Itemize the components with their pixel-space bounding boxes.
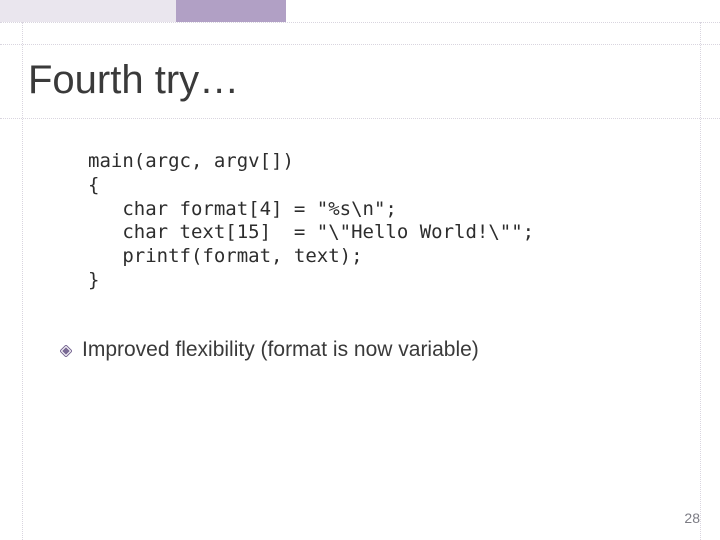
slide-top-decoration — [0, 0, 720, 22]
bullet-item: Improved flexibility (format is now vari… — [60, 338, 479, 362]
slide-title: Fourth try… — [28, 58, 239, 103]
diamond-bullet-icon — [60, 344, 72, 356]
page-number: 28 — [684, 510, 700, 526]
bullet-text: Improved flexibility (format is now vari… — [82, 338, 479, 362]
code-block: main(argc, argv[]) { char format[4] = "%… — [88, 150, 534, 293]
